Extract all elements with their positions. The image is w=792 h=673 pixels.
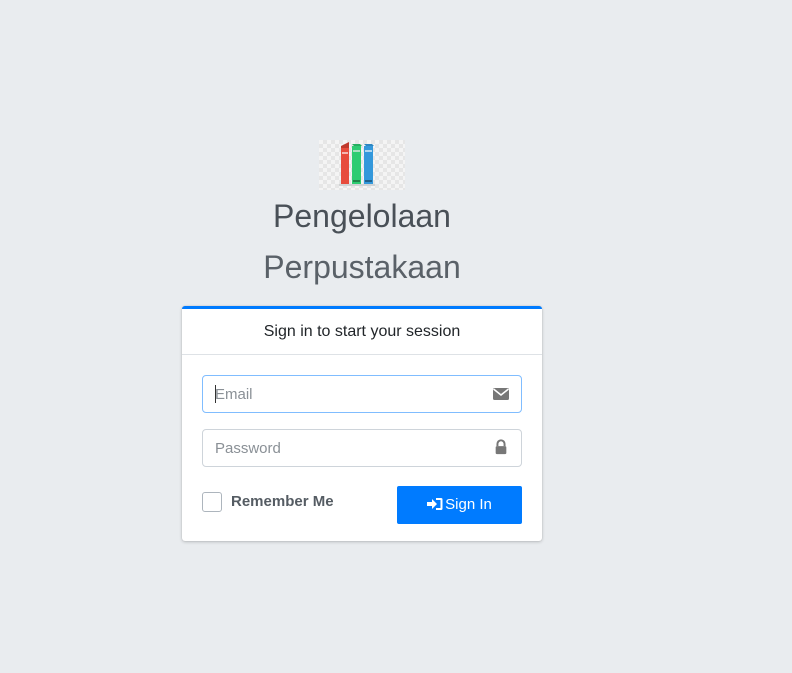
app-title: Pengelolaan <box>273 198 451 234</box>
app-logo <box>319 140 405 190</box>
envelope-icon <box>493 388 509 400</box>
app-subtitle: Perpustakaan <box>263 249 461 285</box>
email-input[interactable] <box>215 376 475 412</box>
login-card: Sign in to start your session Remember M… <box>182 306 542 541</box>
login-page: Pengelolaan Perpustakaan Sign in to star… <box>0 0 792 673</box>
books-icon <box>339 142 375 186</box>
text-cursor <box>215 385 216 403</box>
lock-icon <box>495 439 507 455</box>
sign-in-icon <box>427 498 443 510</box>
remember-me-checkbox[interactable] <box>202 492 222 512</box>
login-box-message: Sign in to start your session <box>182 309 542 355</box>
remember-me-label[interactable]: Remember Me <box>231 493 334 510</box>
sign-in-label: Sign In <box>445 496 492 513</box>
sign-in-button[interactable]: Sign In <box>397 486 522 524</box>
email-field[interactable] <box>202 375 522 413</box>
password-input[interactable] <box>215 430 475 466</box>
password-field[interactable] <box>202 429 522 467</box>
